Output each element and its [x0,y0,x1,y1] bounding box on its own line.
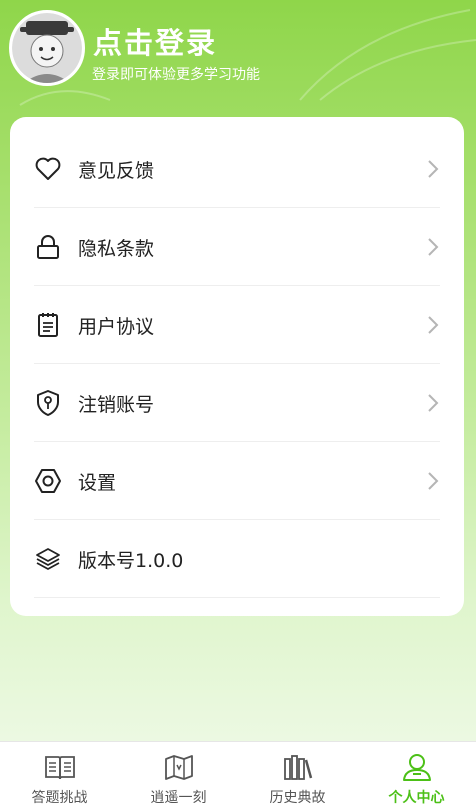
menu-item-label: 意见反馈 [78,159,155,182]
heart-icon [34,155,62,183]
menu-item-label: 设置 [78,471,117,494]
layers-icon [34,545,62,573]
tab-leisure-moment[interactable]: 逍遥一刻 [119,742,238,807]
avatar[interactable] [9,10,85,86]
menu-item-privacy[interactable]: 隐私条款 [34,208,440,286]
shield-key-icon [34,389,62,417]
chevron-right-icon [428,394,439,412]
tab-label: 逍遥一刻 [150,790,207,806]
map-icon [162,750,196,784]
books-icon [281,750,315,784]
chevron-right-icon [428,238,439,256]
menu-item-version: 版本号1.0.0 [34,520,440,598]
bottom-tab-bar: 答题挑战 逍遥一刻 历史典故 个人中心 [0,741,476,807]
menu-card: 意见反馈 隐私条款 用户协议 注销账号 设置 版本号1.0.0 [10,117,464,616]
login-title[interactable]: 点击登录 [93,20,217,62]
chevron-right-icon [428,472,439,490]
divider [34,597,440,598]
menu-item-settings[interactable]: 设置 [34,442,440,520]
tab-label: 答题挑战 [31,790,88,806]
tab-quiz-challenge[interactable]: 答题挑战 [0,742,119,807]
tab-personal-center[interactable]: 个人中心 [357,742,476,807]
person-icon [400,750,434,784]
tab-label: 历史典故 [269,790,326,806]
hexagon-settings-icon [34,467,62,495]
menu-item-feedback[interactable]: 意见反馈 [34,130,440,208]
open-book-icon [43,750,77,784]
menu-item-label: 注销账号 [78,393,155,416]
lock-icon [34,233,62,261]
menu-item-label: 用户协议 [78,315,155,338]
menu-item-label: 隐私条款 [78,237,155,260]
chevron-right-icon [428,160,439,178]
clipboard-icon [34,311,62,339]
login-subtitle: 登录即可体验更多学习功能 [92,67,260,83]
menu-item-user-agreement[interactable]: 用户协议 [34,286,440,364]
menu-item-delete-account[interactable]: 注销账号 [34,364,440,442]
chevron-right-icon [428,316,439,334]
cartoon-avatar-icon [12,13,82,83]
version-label: 版本号1.0.0 [78,549,184,572]
tab-label: 个人中心 [388,790,445,806]
profile-header[interactable]: 点击登录 登录即可体验更多学习功能 [0,0,476,110]
tab-historical-stories[interactable]: 历史典故 [238,742,357,807]
